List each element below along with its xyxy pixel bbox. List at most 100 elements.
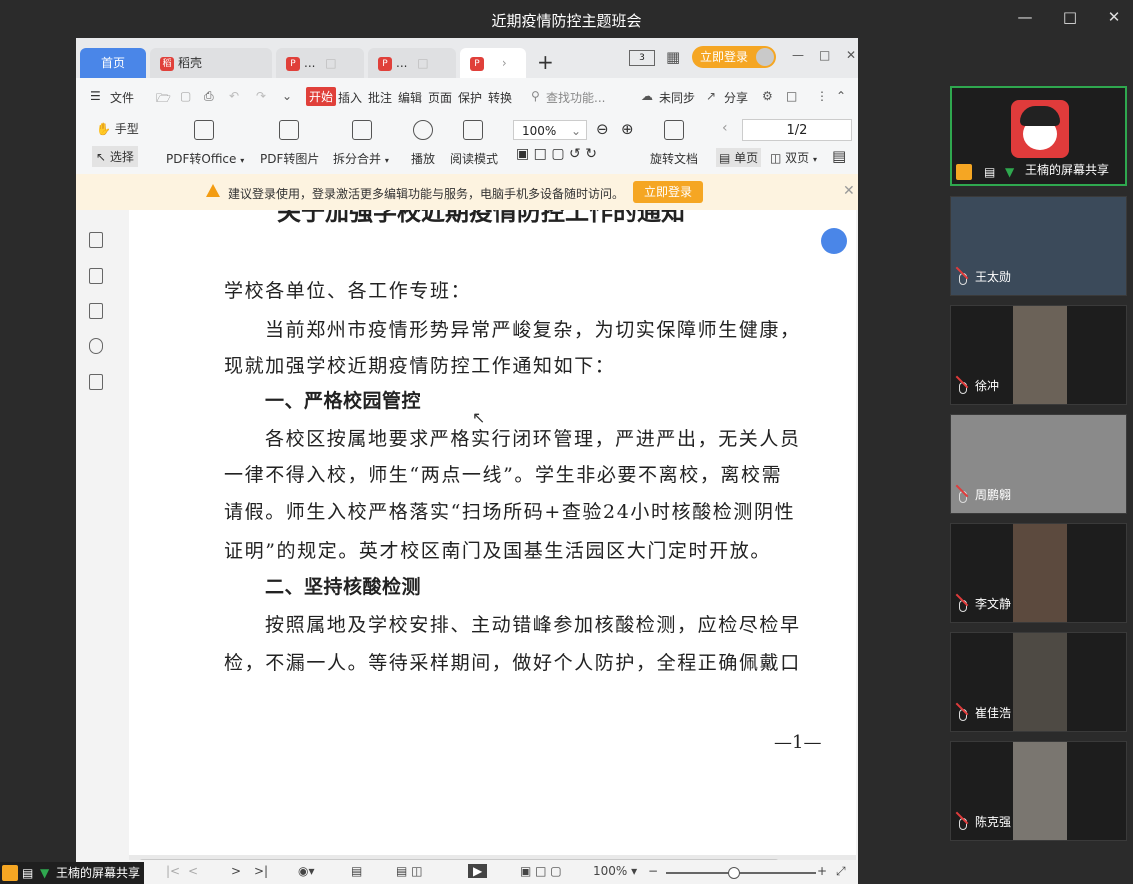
comment-icon[interactable]	[89, 303, 103, 319]
notice-login-button[interactable]: 立即登录	[633, 181, 704, 203]
hamburger-icon[interactable]: ☰	[90, 89, 101, 103]
mic-muted-icon	[959, 491, 967, 503]
menu-page[interactable]: 页面	[428, 89, 452, 106]
tab-docer-label: 稻壳	[178, 56, 203, 70]
close-icon[interactable]: ✕	[1104, 8, 1124, 26]
double-page-label: 双页	[785, 151, 810, 165]
play-icon[interactable]: ▶	[468, 864, 488, 878]
zoom-select[interactable]: 100% ⌄	[513, 120, 587, 140]
minimize-icon[interactable]: —	[1015, 8, 1035, 26]
play-button[interactable]: 播放	[411, 150, 435, 167]
minimize-icon[interactable]: —	[792, 48, 804, 62]
maximize-icon[interactable]: □	[1060, 8, 1080, 26]
share-button[interactable]: 分享	[724, 89, 748, 106]
pdf-to-office-button[interactable]: PDF转Office ▾	[166, 150, 244, 167]
participant-tile[interactable]: 周鹏翱	[950, 414, 1127, 514]
hand-tool-label: 手型	[114, 122, 139, 136]
new-tab-button[interactable]: +	[537, 50, 554, 74]
split-merge-label: 拆分合并	[333, 152, 382, 166]
tab-pdf-active[interactable]: P ›	[460, 48, 526, 78]
participant-tile[interactable]: ▤ ▼ 王楠的屏幕共享	[950, 86, 1127, 186]
single-page-button[interactable]: ▤ 单页	[716, 148, 762, 167]
last-page-icon[interactable]: >|	[254, 864, 268, 878]
undo-icon[interactable]: ↶	[229, 89, 239, 103]
zoom-slider[interactable]	[666, 867, 816, 879]
participant-tile[interactable]: 徐冲	[950, 305, 1127, 405]
fullscreen-icon[interactable]: ⤢	[836, 864, 846, 879]
print-icon[interactable]: ⎙	[204, 89, 214, 104]
doc-section-title: 一、严格校园管控	[265, 390, 422, 412]
search-input[interactable]: 查找功能...	[546, 89, 605, 106]
save-icon[interactable]: ▢	[180, 89, 191, 103]
zoom-out-icon[interactable]: ⊖	[596, 120, 609, 138]
grid-icon[interactable]: ▦	[666, 48, 680, 66]
bookmark-icon[interactable]	[89, 232, 103, 248]
mic-muted-icon	[959, 273, 967, 285]
close-icon[interactable]: ✕	[846, 48, 856, 62]
single-page-label: 单页	[734, 151, 759, 165]
signature-icon[interactable]	[89, 374, 103, 390]
single-page-icon[interactable]: ▤ ◫	[396, 864, 423, 878]
participant-tile[interactable]: 李文静	[950, 523, 1127, 623]
select-tool[interactable]: ↖ 选择	[92, 146, 138, 167]
first-page-icon[interactable]: |<	[166, 864, 180, 878]
participant-tile[interactable]: 陈克强	[950, 741, 1127, 841]
participant-name: 王楠的屏幕共享	[1025, 163, 1110, 177]
window-layout-icon[interactable]: 3	[629, 50, 655, 66]
chevron-down-icon[interactable]: ⌄	[282, 89, 292, 103]
eye-icon[interactable]: ◉▾	[298, 864, 315, 878]
actual-size-icon[interactable]: ▣ □ ▢	[520, 864, 562, 878]
prev-page-icon[interactable]: <	[188, 864, 198, 878]
continuous-icon[interactable]: ▤	[351, 864, 362, 878]
sync-status[interactable]: 未同步	[659, 89, 695, 106]
participant-tile[interactable]: 王太勋	[950, 196, 1127, 296]
read-mode-button[interactable]: 阅读模式	[450, 150, 498, 167]
split-merge-icon	[352, 120, 372, 140]
menu-convert[interactable]: 转换	[488, 89, 512, 106]
next-page-icon[interactable]: >	[231, 864, 241, 878]
thumbnail-icon[interactable]	[89, 268, 103, 284]
zoom-in-icon[interactable]: +	[817, 864, 827, 878]
participant-tile[interactable]: 崔佳浩	[950, 632, 1127, 732]
page-number: —1—	[774, 732, 822, 753]
maximize-icon[interactable]: □	[819, 48, 830, 62]
close-icon[interactable]: ✕	[843, 183, 855, 199]
menu-start[interactable]: 开始	[306, 87, 337, 106]
login-button[interactable]: 立即登录	[692, 46, 777, 68]
menu-protect[interactable]: 保护	[458, 89, 482, 106]
zoom-out-icon[interactable]: −	[648, 864, 658, 878]
wps-status-bar: |< < > >| ◉▾ ▤ ▤ ◫ ▶ ▣ □ ▢ 100% ▾ − + ⤢	[76, 860, 858, 884]
pdf-icon: P	[378, 56, 392, 71]
pdf-to-image-button[interactable]: PDF转图片	[260, 150, 319, 167]
chevron-right-icon[interactable]: ›	[502, 56, 507, 70]
float-tool-icon[interactable]	[821, 228, 847, 254]
split-merge-button[interactable]: 拆分合并 ▾	[333, 150, 389, 167]
chevron-left-icon[interactable]: ‹	[722, 120, 728, 136]
zoom-slider-knob[interactable]	[728, 867, 740, 879]
chevron-up-icon[interactable]: ⌃	[836, 89, 846, 103]
open-folder-icon[interactable]: 🗁	[156, 89, 171, 110]
gear-icon[interactable]: ⚙	[762, 89, 773, 103]
menu-edit[interactable]: 编辑	[398, 89, 422, 106]
attachment-icon[interactable]	[89, 338, 103, 354]
menu-insert[interactable]: 插入	[338, 89, 362, 106]
page-indicator[interactable]: 1/2	[742, 119, 852, 141]
menu-file[interactable]: 文件	[110, 89, 134, 106]
tab-pdf-1[interactable]: P... □	[276, 48, 364, 78]
status-zoom-value[interactable]: 100% ▾	[593, 864, 637, 878]
host-icon	[956, 164, 972, 180]
tab-home[interactable]: 首页	[80, 48, 146, 78]
actual-size-icon[interactable]: ▣ □ ▢ ↺ ↻	[516, 146, 597, 162]
menu-annotate[interactable]: 批注	[368, 89, 392, 106]
hand-tool[interactable]: ✋ 手型	[96, 120, 139, 137]
zoom-in-icon[interactable]: ⊕	[621, 120, 634, 138]
play-icon	[413, 120, 433, 140]
redo-icon[interactable]: ↷	[256, 89, 266, 103]
tab-docer[interactable]: 稻稻壳	[150, 48, 272, 78]
continuous-icon[interactable]: ▤	[832, 147, 846, 165]
tab-pdf-2[interactable]: P... □	[368, 48, 456, 78]
rotate-doc-button[interactable]: 旋转文档	[650, 150, 698, 167]
more-icon[interactable]: ⋮	[816, 89, 828, 103]
double-page-button[interactable]: ◫ 双页 ▾	[770, 149, 817, 166]
comment-icon[interactable]: □	[786, 89, 797, 103]
